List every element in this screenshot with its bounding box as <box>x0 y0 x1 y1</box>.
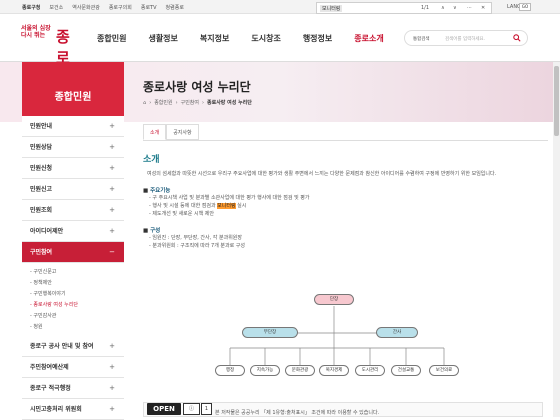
page-title: 종로사랑 여성 누리단 <box>143 80 251 94</box>
search-input[interactable]: 검색어를 입력하세요. <box>445 36 485 42</box>
org-node-head: 단장 <box>314 294 354 305</box>
find-next-icon[interactable]: ∨ <box>453 5 457 11</box>
sidebar-item[interactable]: 아이디어제안 + <box>22 221 124 242</box>
subsection-title: ■ 주요기능 <box>143 188 171 194</box>
find-options-icon[interactable]: ⋯ <box>467 5 472 11</box>
plus-icon: + <box>109 384 115 392</box>
org-node-committee: 지속가능 <box>250 365 280 376</box>
license-type-icon: 1 <box>201 403 212 415</box>
org-node-committee: 보건의료 <box>429 365 459 376</box>
plus-icon: + <box>109 206 115 214</box>
submenu-item[interactable]: - 정책제안 <box>22 278 124 289</box>
sidebar-item[interactable]: 민원조회 + <box>22 200 124 221</box>
sidebar-item[interactable]: 민원신고 + <box>22 179 124 200</box>
main-content: 소개 여성의 섬세함과 따뜻한 시선으로 우리구 주요사업에 대한 평가와 생활… <box>143 152 543 250</box>
nav-item[interactable]: 종로소개 <box>354 33 383 44</box>
search-box[interactable]: 통합검색 검색어를 입력하세요. <box>404 30 528 46</box>
content-tabs: 소개 공지사항 <box>143 124 199 140</box>
plus-icon: + <box>109 363 115 371</box>
nav-item[interactable]: 도시창조 <box>251 33 280 44</box>
search-scope[interactable]: 통합검색 <box>413 36 430 42</box>
main-nav: 종합민원 생활정보 복지정보 도시창조 행정정보 종로소개 <box>97 33 406 44</box>
tab-intro[interactable]: 소개 <box>143 124 167 140</box>
find-input[interactable]: 모니터링 <box>320 5 343 12</box>
close-icon[interactable]: ✕ <box>481 5 485 11</box>
plus-icon: + <box>109 227 115 235</box>
scrollbar-thumb[interactable] <box>554 66 559 136</box>
nav-item[interactable]: 복지정보 <box>200 33 229 44</box>
submenu-item[interactable]: - 구민감사관 <box>22 311 124 322</box>
tab-notice[interactable]: 공지사항 <box>166 124 199 140</box>
sidebar-item[interactable]: 주민참여예산제 + <box>22 357 124 378</box>
open-license-badge: OPEN <box>147 403 181 415</box>
submenu-item[interactable]: - 구민신문고 <box>22 267 124 278</box>
scrollbar[interactable] <box>553 62 560 417</box>
org-node-committee: 도시관리 <box>355 365 385 376</box>
subsection-title: ■ 구성 <box>143 228 161 234</box>
plus-icon: + <box>109 342 115 350</box>
list-item: - 임원진 : 단장, 부단장, 간사, 각 분과위원장 <box>149 235 242 241</box>
find-prev-icon[interactable]: ∧ <box>441 5 445 11</box>
utility-link[interactable]: 종로구청 <box>22 4 40 11</box>
submenu-item[interactable]: - 청원 <box>22 322 124 333</box>
org-node-secretary: 간사 <box>376 327 418 338</box>
sidebar-item[interactable]: 민원상담 + <box>22 137 124 158</box>
sidebar: 민원안내 + 민원상담 + 민원신청 + 민원신고 + 민원조회 + 아이디어제안 + 구민… <box>22 116 124 420</box>
submenu-item[interactable]: - 구민행복이야기 <box>22 289 124 300</box>
find-bar[interactable]: 모니터링 1/1 ∧ ∨ ⋯ ✕ <box>316 2 492 14</box>
plus-icon: + <box>109 143 115 151</box>
sidebar-item[interactable]: 종로구 공사 안내 및 참여 + <box>22 336 124 357</box>
org-node-committee: 복지경제 <box>319 365 349 376</box>
search-icon[interactable] <box>513 34 521 42</box>
breadcrumb-current: 종로사랑 여성 누리단 <box>207 100 252 106</box>
org-chart: 단장 부단장 간사 행정 지속가능 문화관광 복지경제 도시관리 건설교통 보건… <box>210 292 475 382</box>
find-count: 1/1 <box>421 5 430 11</box>
utility-link[interactable]: 보건소 <box>49 4 63 11</box>
breadcrumb: ⌂ › 종합민원 › 구민참여 › 종로사랑 여성 누리단 <box>143 99 252 107</box>
section-heading: 소개 <box>143 155 160 165</box>
list-item: - 분과위원회 : 구조직에 따라 7개 분과로 구성 <box>149 243 246 249</box>
sidebar-item[interactable]: 민원안내 + <box>22 116 124 137</box>
utility-links: 종로구청 보건소 역사문화관광 종로구의회 종로TV 청렴종로 <box>22 4 184 11</box>
utility-link[interactable]: 종로TV <box>141 4 157 11</box>
plus-icon: + <box>109 164 115 172</box>
list-item: - 구 주요시책 사업 및 분과별 소관사업에 대한 평가 행사에 대한 점검 … <box>149 195 310 201</box>
breadcrumb-item[interactable]: 구민참여 <box>181 99 199 106</box>
org-node-committee: 문화관광 <box>285 365 315 376</box>
sidebar-submenu: - 구민신문고 - 정책제안 - 구민행복이야기 - 종로사랑 여성 누리단 -… <box>22 263 124 336</box>
intro-text: 여성의 섬세함과 따뜻한 시선으로 우리구 주요사업에 대한 평가와 생활 주변… <box>147 171 497 177</box>
top-utility-bar: 종로구청 보건소 역사문화관광 종로구의회 종로TV 청렴종로 모니터링 1/1… <box>0 0 560 14</box>
org-node-committee: 건설교통 <box>391 365 421 376</box>
tab-divider <box>143 140 548 141</box>
license-attribution-icon: ⓘ <box>183 403 200 415</box>
sidebar-title: 종합민원 <box>22 62 124 116</box>
plus-icon: + <box>109 122 115 130</box>
sidebar-item[interactable]: 종로구 적극행정 + <box>22 378 124 399</box>
utility-link[interactable]: 청렴종로 <box>166 4 184 11</box>
minus-icon: − <box>109 248 115 256</box>
plus-icon: + <box>109 185 115 193</box>
home-icon[interactable]: ⌂ <box>143 100 146 106</box>
breadcrumb-item[interactable]: 종합민원 <box>154 99 172 106</box>
site-header: 서울의 심장 다시 뛰는 종로 종합민원 생활정보 복지정보 도시창조 행정정보… <box>0 14 560 67</box>
utility-link[interactable]: 역사문화관광 <box>72 4 100 11</box>
sidebar-item[interactable]: 민원신청 + <box>22 158 124 179</box>
nav-item[interactable]: 생활정보 <box>148 33 177 44</box>
nav-item[interactable]: 행정정보 <box>303 33 332 44</box>
sidebar-item-open[interactable]: 구민참여 − <box>22 242 124 263</box>
org-node-committee: 행정 <box>215 365 245 376</box>
license-text: 본 저작물은 공공누리 「제 1유형:출처표시」 조건에 따라 이용할 수 있습… <box>215 410 380 416</box>
list-item: - 행사 및 시설 등에 대한 점검과 모니터링 실시 <box>149 203 247 209</box>
logo-slogan: 서울의 심장 다시 뛰는 <box>21 25 51 39</box>
org-node-deputy: 부단장 <box>242 327 298 338</box>
submenu-item-current[interactable]: - 종로사랑 여성 누리단 <box>22 300 124 311</box>
list-item: - 제도개선 및 새로운 시책 제안 <box>149 211 214 217</box>
go-button[interactable]: GO <box>519 3 531 11</box>
utility-link[interactable]: 종로구의회 <box>109 4 132 11</box>
nav-item[interactable]: 종합민원 <box>97 33 126 44</box>
find-highlight: 모니터링 <box>217 203 236 209</box>
